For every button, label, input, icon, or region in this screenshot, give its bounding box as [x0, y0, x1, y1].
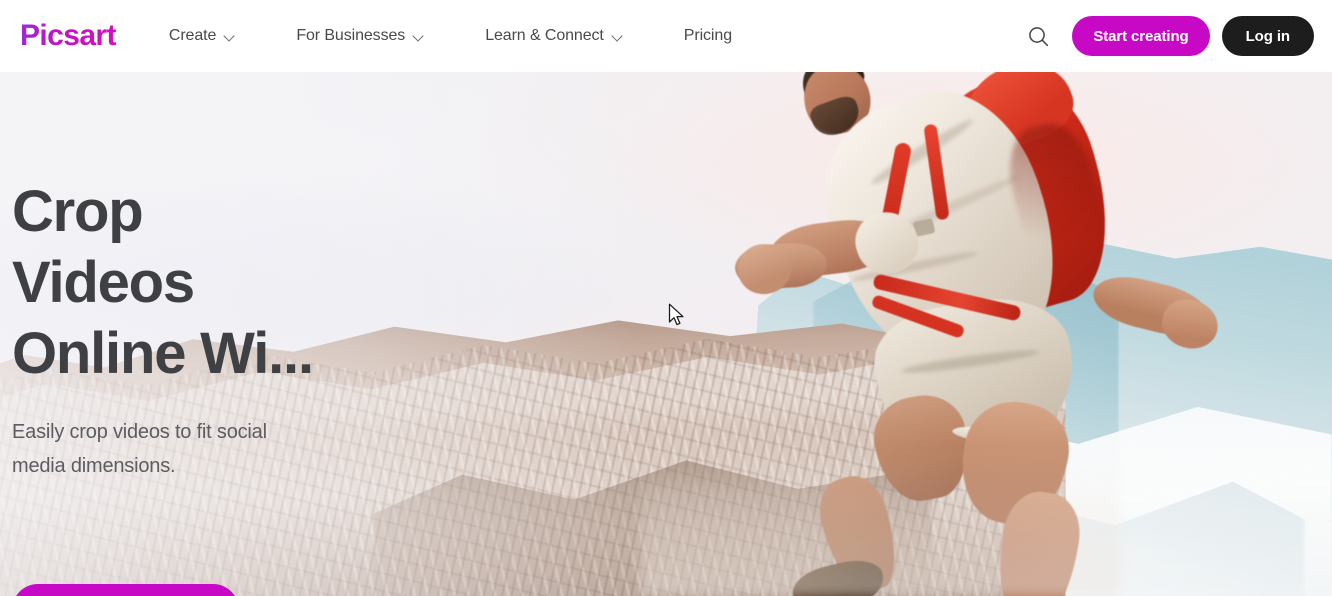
foreground-light-veil: [640, 446, 1120, 596]
page-root: Picsart Create For Businesses Learn & Co…: [0, 0, 1332, 596]
chevron-down-icon: [225, 32, 234, 41]
main-navigation: Create For Businesses Learn & Connect Pr…: [169, 27, 732, 45]
hero-copy: Crop Videos Online Wi... Easily crop vid…: [12, 176, 432, 483]
header-actions: Start creating Log in: [1022, 0, 1314, 72]
site-header: Picsart Create For Businesses Learn & Co…: [0, 0, 1332, 72]
login-button[interactable]: Log in: [1221, 16, 1314, 56]
nav-item-for-businesses[interactable]: For Businesses: [296, 27, 423, 45]
page-title: Crop Videos Online Wi...: [12, 179, 314, 386]
nav-item-label: Create: [168, 27, 217, 44]
search-button[interactable]: [1022, 20, 1054, 52]
nav-item-learn-and-connect[interactable]: Learn & Connect: [485, 27, 622, 45]
hero-section: Crop Videos Online Wi... Easily crop vid…: [0, 72, 1332, 596]
nav-item-create[interactable]: Create: [169, 27, 234, 45]
nav-item-pricing[interactable]: Pricing: [684, 27, 732, 45]
nav-item-label: Pricing: [683, 27, 732, 44]
chevron-down-icon: [414, 32, 423, 41]
picsart-logo[interactable]: Picsart: [20, 21, 116, 51]
search-icon: [1028, 26, 1048, 46]
nav-item-label: For Businesses: [296, 27, 406, 44]
crop-video-button[interactable]: Crop Video: [12, 584, 239, 596]
start-creating-button[interactable]: Start creating: [1072, 16, 1210, 56]
chevron-down-icon: [613, 32, 622, 41]
nav-item-label: Learn & Connect: [485, 27, 604, 44]
hero-subtitle: Easily crop videos to fit social media d…: [12, 421, 267, 477]
